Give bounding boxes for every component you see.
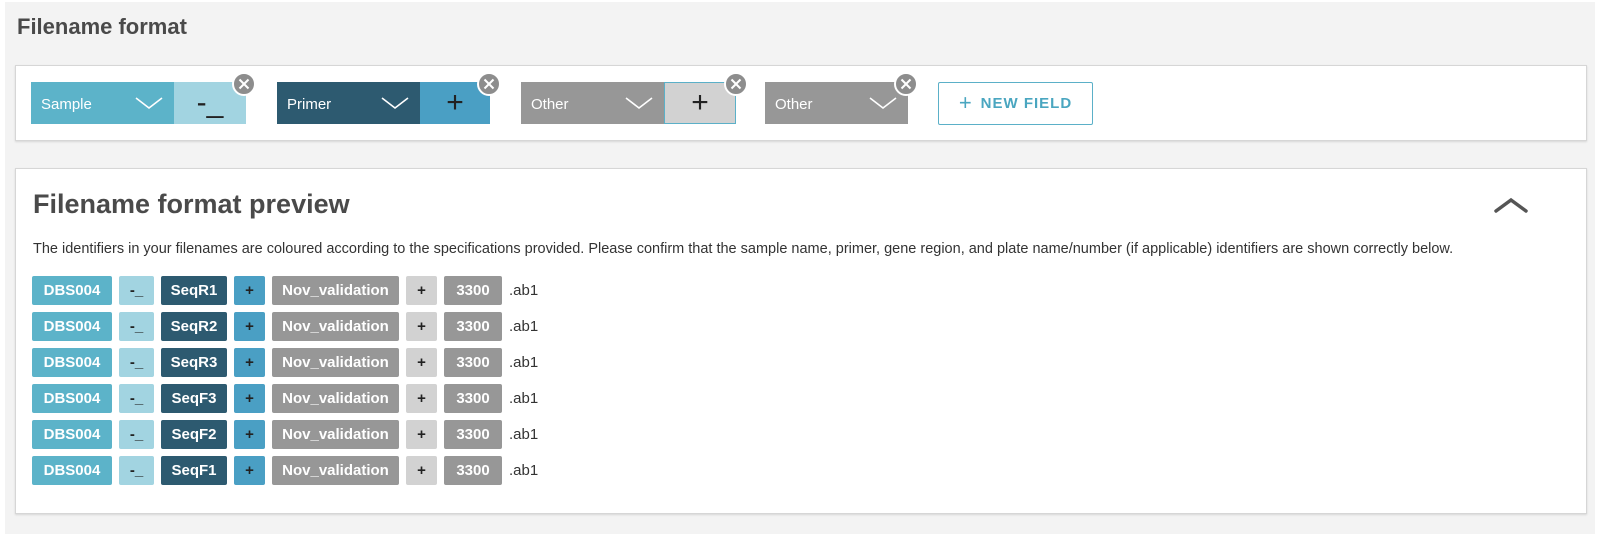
field-type-label: Other — [775, 95, 813, 113]
chip-sample: DBS004 — [32, 384, 112, 414]
chip-primer: SeqF3 — [161, 384, 227, 414]
chip-separator: -_ — [119, 275, 154, 305]
preview-row: DBS004 -_ SeqR3 + Nov_validation + 3300 … — [32, 347, 538, 377]
chevron-down-icon — [625, 97, 653, 110]
chip-separator: + — [234, 420, 265, 450]
field-type-select-sample[interactable]: Sample — [31, 82, 174, 124]
chip-separator: + — [406, 311, 437, 341]
new-field-button[interactable]: + NEW FIELD — [938, 82, 1093, 125]
remove-field-button[interactable] — [232, 72, 256, 96]
file-extension: .ab1 — [509, 353, 539, 371]
chip-primer: SeqR3 — [161, 347, 227, 377]
preview-row: DBS004 -_ SeqR2 + Nov_validation + 3300 … — [32, 311, 538, 341]
chip-other: 3300 — [444, 311, 502, 341]
field-type-select-other[interactable]: Other — [521, 82, 664, 124]
close-icon — [900, 78, 912, 90]
chip-sample: DBS004 — [32, 420, 112, 450]
preview-row: DBS004 -_ SeqF3 + Nov_validation + 3300 … — [32, 384, 538, 414]
chip-other: 3300 — [444, 420, 502, 450]
separator-value: -_ — [196, 86, 224, 119]
chip-other: 3300 — [444, 456, 502, 486]
chip-primer: SeqF2 — [161, 420, 227, 450]
preview-row: DBS004 -_ SeqR1 + Nov_validation + 3300 … — [32, 275, 538, 305]
chip-separator: + — [406, 275, 437, 305]
file-extension: .ab1 — [509, 426, 539, 444]
chip-other: Nov_validation — [272, 420, 399, 450]
chip-other: Nov_validation — [272, 311, 399, 341]
chevron-down-icon — [381, 97, 409, 110]
chip-primer: SeqF1 — [161, 456, 227, 486]
filename-preview-card: Filename format preview The identifiers … — [15, 168, 1587, 514]
chip-sample: DBS004 — [32, 275, 112, 305]
filename-format-card: Sample -_ Primer + Other + Other + NEW F… — [15, 65, 1587, 141]
chip-separator: + — [234, 311, 265, 341]
file-extension: .ab1 — [509, 317, 539, 335]
chip-separator: + — [234, 347, 265, 377]
field-type-label: Sample — [41, 95, 92, 113]
chip-separator: -_ — [119, 311, 154, 341]
close-icon — [483, 78, 495, 90]
preview-row: DBS004 -_ SeqF1 + Nov_validation + 3300 … — [32, 456, 538, 486]
chip-sample: DBS004 — [32, 311, 112, 341]
chip-other: 3300 — [444, 384, 502, 414]
chevron-down-icon — [869, 97, 897, 110]
chip-primer: SeqR1 — [161, 275, 227, 305]
separator-value: + — [691, 86, 709, 119]
file-extension: .ab1 — [509, 281, 539, 299]
chip-separator: + — [234, 456, 265, 486]
chip-separator: -_ — [119, 384, 154, 414]
chip-separator: + — [234, 384, 265, 414]
remove-field-button[interactable] — [477, 72, 501, 96]
preview-description: The identifiers in your filenames are co… — [33, 241, 1454, 257]
chip-other: Nov_validation — [272, 275, 399, 305]
chip-separator: + — [406, 347, 437, 377]
file-extension: .ab1 — [509, 390, 539, 408]
chip-separator: + — [406, 384, 437, 414]
chip-separator: -_ — [119, 420, 154, 450]
chip-separator: -_ — [119, 456, 154, 486]
close-icon — [730, 78, 742, 90]
file-extension: .ab1 — [509, 462, 539, 480]
chevron-down-icon — [135, 97, 163, 110]
close-icon — [238, 78, 250, 90]
field-type-select-other[interactable]: Other — [765, 82, 908, 124]
chip-separator: -_ — [119, 347, 154, 377]
chevron-up-icon[interactable] — [1494, 195, 1528, 215]
field-type-label: Other — [531, 95, 569, 113]
section-title: Filename format — [17, 14, 187, 39]
plus-icon: + — [958, 89, 973, 115]
remove-field-button[interactable] — [894, 72, 918, 96]
remove-field-button[interactable] — [724, 72, 748, 96]
chip-separator: + — [234, 275, 265, 305]
chip-separator: + — [406, 456, 437, 486]
chip-other: Nov_validation — [272, 456, 399, 486]
field-group-other-2: Other — [765, 72, 918, 124]
chip-other: Nov_validation — [272, 347, 399, 377]
field-type-select-primer[interactable]: Primer — [277, 82, 420, 124]
chip-primer: SeqR2 — [161, 311, 227, 341]
new-field-label: NEW FIELD — [980, 95, 1073, 112]
chip-sample: DBS004 — [32, 347, 112, 377]
chip-sample: DBS004 — [32, 456, 112, 486]
preview-row: DBS004 -_ SeqF2 + Nov_validation + 3300 … — [32, 420, 538, 450]
chip-other: 3300 — [444, 347, 502, 377]
preview-title: Filename format preview — [33, 189, 350, 219]
preview-rows: DBS004 -_ SeqR1 + Nov_validation + 3300 … — [32, 275, 538, 492]
chip-other: Nov_validation — [272, 384, 399, 414]
field-type-label: Primer — [287, 95, 332, 113]
field-group-sample: Sample -_ — [31, 72, 256, 124]
chip-other: 3300 — [444, 275, 502, 305]
separator-value: + — [446, 86, 464, 119]
page-background: Filename format Sample -_ Primer + Other… — [5, 2, 1595, 534]
field-group-primer: Primer + — [277, 72, 501, 124]
chip-separator: + — [406, 420, 437, 450]
field-group-other-1: Other + — [521, 72, 748, 124]
